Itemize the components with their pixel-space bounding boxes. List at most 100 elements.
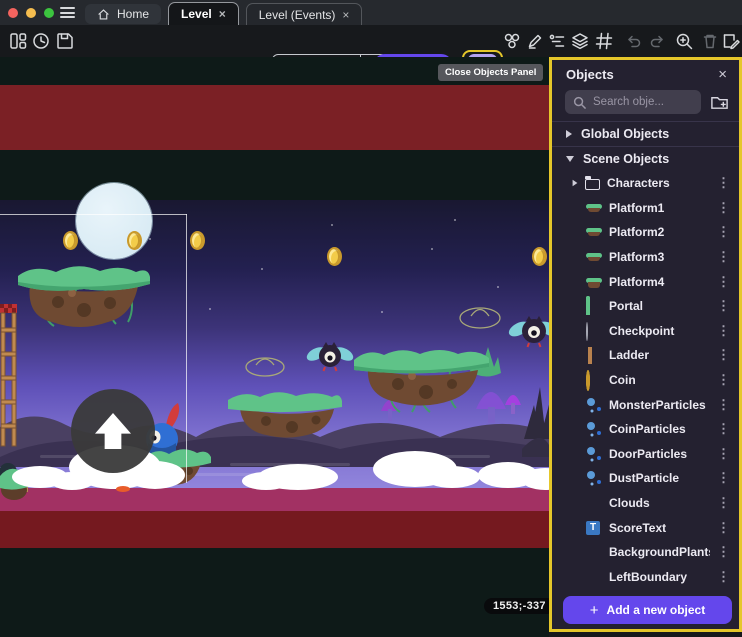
portal-thumbnail-icon <box>586 296 590 315</box>
trash-icon[interactable] <box>701 32 719 50</box>
chevron-down-icon <box>566 156 574 162</box>
kebab-menu-icon[interactable]: ⋮ <box>717 421 730 437</box>
group-global-objects[interactable]: Global Objects <box>552 121 739 146</box>
object-item-doorparticles[interactable]: DoorParticles ⋮ <box>552 442 739 467</box>
kebab-menu-icon[interactable]: ⋮ <box>717 274 730 290</box>
kebab-menu-icon[interactable]: ⋮ <box>717 470 730 486</box>
kebab-menu-icon[interactable]: ⋮ <box>717 544 730 560</box>
group-scene-objects[interactable]: Scene Objects <box>552 146 739 171</box>
kebab-menu-icon[interactable]: ⋮ <box>717 446 730 462</box>
kebab-menu-icon[interactable]: ⋮ <box>717 347 730 363</box>
kebab-menu-icon[interactable]: ⋮ <box>717 175 730 191</box>
maximize-window-button[interactable] <box>44 8 54 18</box>
object-item-label: Clouds <box>609 496 710 510</box>
monster-instance-center[interactable] <box>305 342 356 371</box>
save-icon[interactable] <box>56 32 74 50</box>
kebab-menu-icon[interactable]: ⋮ <box>717 298 730 314</box>
object-item-coin[interactable]: Coin⋮ <box>552 368 739 393</box>
grid-icon[interactable] <box>595 32 613 50</box>
monster-instance-right[interactable] <box>506 316 549 347</box>
coin-instance[interactable] <box>327 247 342 266</box>
scene-editor-canvas[interactable]: 1553;-337 <box>0 57 549 637</box>
platform-instance-top-left[interactable] <box>18 266 150 327</box>
close-panel-icon[interactable]: × <box>718 66 727 83</box>
platform-thumbnail-icon <box>586 274 602 290</box>
object-item-checkpoint[interactable]: Checkpoint⋮ <box>552 319 739 344</box>
search-input[interactable]: Search obje... <box>565 90 701 114</box>
object-item-coinparticles[interactable]: CoinParticles⋮ <box>552 417 739 442</box>
object-groups-icon[interactable] <box>503 32 521 50</box>
panels-layout-icon[interactable] <box>9 32 27 50</box>
search-icon <box>573 96 586 109</box>
object-item-clouds[interactable]: Clouds ⋮ <box>552 491 739 516</box>
touch-jump-button-instance[interactable] <box>71 389 155 473</box>
close-window-button[interactable] <box>8 8 18 18</box>
add-new-object-button[interactable]: + Add a new object <box>563 596 732 624</box>
kebab-menu-icon[interactable]: ⋮ <box>717 249 730 265</box>
history-icon[interactable] <box>32 32 50 50</box>
chevron-right-icon <box>573 180 578 186</box>
kebab-menu-icon[interactable]: ⋮ <box>717 397 730 413</box>
add-folder-icon[interactable] <box>710 93 729 112</box>
object-item-label: ScoreText <box>609 521 710 535</box>
ufo-sketch-right <box>460 308 500 328</box>
redo-icon[interactable] <box>648 32 666 50</box>
object-item-platform2[interactable]: Platform2⋮ <box>552 220 739 245</box>
close-tab-icon[interactable]: × <box>219 8 226 20</box>
instances-list-icon[interactable] <box>548 32 566 50</box>
zoom-in-icon[interactable] <box>675 32 693 50</box>
object-item-label: Ladder <box>609 348 710 362</box>
layers-icon[interactable] <box>571 32 589 50</box>
object-item-leftboundary[interactable]: LeftBoundary⋮ <box>552 565 739 590</box>
tab-level-events[interactable]: Level (Events) × <box>246 3 363 25</box>
object-item-label: DoorParticles <box>609 447 710 461</box>
objects-list: Characters ⋮ Platform1 ⋮ Platform2⋮ Platf… <box>552 171 739 589</box>
object-item-platform4[interactable]: Platform4 ⋮ <box>552 269 739 294</box>
object-item-backgroundplants[interactable]: BackgroundPlants⋮ <box>552 540 739 565</box>
particles-thumbnail-icon <box>586 446 602 462</box>
toolbar: Preview Share <box>0 25 742 57</box>
ladder-instance[interactable] <box>0 304 17 446</box>
coin-instance[interactable] <box>63 231 78 250</box>
main-menu-icon[interactable] <box>60 7 75 18</box>
object-item-ladder[interactable]: Ladder ⋮ <box>552 343 739 368</box>
kebab-menu-icon[interactable]: ⋮ <box>717 323 730 339</box>
coin-instance[interactable] <box>127 231 142 250</box>
object-item-portal[interactable]: Portal⋮ <box>552 294 739 319</box>
close-tab-icon[interactable]: × <box>342 9 349 21</box>
folder-icon <box>585 179 600 190</box>
window-controls <box>8 8 54 18</box>
background-plants-instance[interactable] <box>522 387 549 457</box>
object-item-label: Platform4 <box>609 275 710 289</box>
object-item-label: Platform1 <box>609 201 710 215</box>
objects-panel: Objects × Search obje... Global Objects … <box>549 57 742 632</box>
minimize-window-button[interactable] <box>26 8 36 18</box>
object-item-scoretext[interactable]: T ScoreText ⋮ <box>552 515 739 540</box>
platform-instance-center[interactable] <box>354 350 489 412</box>
editor-tabs: Home Level × Level (Events) × <box>85 2 362 25</box>
tab-home[interactable]: Home <box>85 4 161 24</box>
edit-scene-properties-icon[interactable] <box>722 32 740 50</box>
tab-label: Level (Events) <box>259 8 336 22</box>
object-item-platform1[interactable]: Platform1 ⋮ <box>552 196 739 221</box>
coin-instance[interactable] <box>532 247 547 266</box>
kebab-menu-icon[interactable]: ⋮ <box>717 224 730 240</box>
coin-instance[interactable] <box>190 231 205 250</box>
kebab-menu-icon[interactable]: ⋮ <box>717 495 730 511</box>
kebab-menu-icon[interactable]: ⋮ <box>717 200 730 216</box>
object-item-characters[interactable]: Characters ⋮ <box>552 171 739 196</box>
tab-level[interactable]: Level × <box>168 2 239 25</box>
tooltip: Close Objects Panel <box>438 64 543 81</box>
kebab-menu-icon[interactable]: ⋮ <box>717 372 730 388</box>
object-item-dustparticle[interactable]: DustParticle⋮ <box>552 466 739 491</box>
object-item-monsterparticles[interactable]: MonsterParticles⋮ <box>552 392 739 417</box>
kebab-menu-icon[interactable]: ⋮ <box>717 520 730 536</box>
text-object-thumbnail-icon: T <box>586 521 600 535</box>
cursor-coordinates-badge: 1553;-337 <box>484 598 549 614</box>
edit-pencil-icon[interactable] <box>526 32 544 50</box>
undo-icon[interactable] <box>625 32 643 50</box>
object-item-platform3[interactable]: Platform3⋮ <box>552 245 739 270</box>
balloon-cloud-instance[interactable] <box>76 183 152 259</box>
kebab-menu-icon[interactable]: ⋮ <box>717 569 730 585</box>
particles-thumbnail-icon <box>586 421 602 437</box>
